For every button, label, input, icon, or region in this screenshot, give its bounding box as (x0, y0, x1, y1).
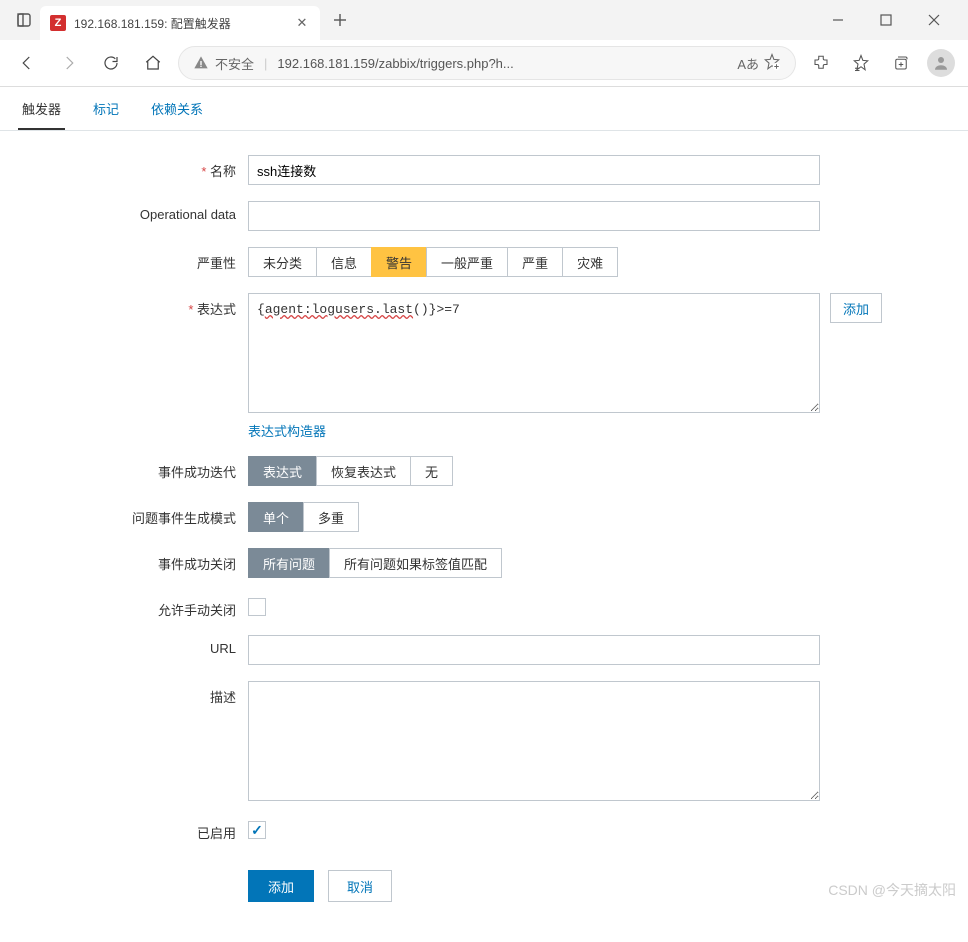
toolbar-icons (804, 46, 958, 80)
label-description: 描述 (28, 681, 248, 706)
label-operational-data: Operational data (28, 201, 248, 222)
name-input[interactable] (248, 155, 820, 185)
favicon-icon: Z (50, 15, 66, 31)
page-content: 触发器 标记 依赖关系 名称 Operational data 严重性 未分类 … (0, 87, 968, 942)
minimize-icon[interactable] (820, 6, 856, 34)
enabled-checkbox[interactable] (248, 821, 266, 839)
tabs-nav: 触发器 标记 依赖关系 (0, 87, 968, 131)
label-name: 名称 (28, 155, 248, 180)
severity-disaster[interactable]: 灾难 (562, 247, 618, 277)
home-icon[interactable] (136, 46, 170, 80)
cancel-button[interactable]: 取消 (328, 870, 392, 902)
label-enabled: 已启用 (28, 817, 248, 842)
url-box[interactable]: 不安全 | 192.168.181.159/zabbix/triggers.ph… (178, 46, 796, 80)
forward-icon[interactable] (52, 46, 86, 80)
maximize-icon[interactable] (868, 6, 904, 34)
ok-event-gen-group: 表达式 恢复表达式 无 (248, 456, 453, 486)
profile-avatar[interactable] (924, 46, 958, 80)
window-controls (820, 6, 960, 34)
tab-tags[interactable]: 标记 (89, 87, 123, 130)
tab-dependencies[interactable]: 依赖关系 (147, 87, 207, 130)
ok-close-all[interactable]: 所有问题 (248, 548, 330, 578)
severity-group: 未分类 信息 警告 一般严重 严重 灾难 (248, 247, 618, 277)
back-icon[interactable] (10, 46, 44, 80)
tab-actions-icon[interactable] (8, 4, 40, 36)
tab-title: 192.168.181.159: 配置触发器 (74, 15, 286, 32)
favorites-icon[interactable] (844, 46, 878, 80)
close-window-icon[interactable] (916, 6, 952, 34)
warning-icon (193, 55, 209, 71)
form-actions: 添加 取消 (28, 870, 940, 902)
collections-icon[interactable] (884, 46, 918, 80)
trigger-form: 名称 Operational data 严重性 未分类 信息 警告 一般严重 严… (0, 131, 968, 942)
insecure-indicator: 不安全 (193, 54, 254, 73)
ok-event-expression[interactable]: 表达式 (248, 456, 317, 486)
problem-mode-multiple[interactable]: 多重 (303, 502, 359, 532)
problem-event-mode-group: 单个 多重 (248, 502, 359, 532)
read-aloud-icon[interactable]: Aあ (737, 54, 759, 73)
favorite-icon[interactable] (763, 53, 781, 74)
severity-high[interactable]: 严重 (507, 247, 563, 277)
refresh-icon[interactable] (94, 46, 128, 80)
severity-warning[interactable]: 警告 (371, 247, 427, 277)
add-expression-button[interactable]: 添加 (830, 293, 882, 323)
severity-not-classified[interactable]: 未分类 (248, 247, 317, 277)
label-severity: 严重性 (28, 247, 248, 272)
severity-average[interactable]: 一般严重 (426, 247, 508, 277)
label-url: URL (28, 635, 248, 656)
ok-close-tag-match[interactable]: 所有问题如果标签值匹配 (329, 548, 502, 578)
browser-chrome: Z 192.168.181.159: 配置触发器 ✕ 不安全 | 192.168… (0, 0, 968, 87)
expression-textarea[interactable]: {agent:logusers.last()}>=7 (248, 293, 820, 413)
label-problem-event-mode: 问题事件生成模式 (28, 502, 248, 527)
operational-data-input[interactable] (248, 201, 820, 231)
ok-event-none[interactable]: 无 (410, 456, 453, 486)
url-input[interactable] (248, 635, 820, 665)
label-expression: 表达式 (28, 293, 248, 318)
extensions-icon[interactable] (804, 46, 838, 80)
new-tab-icon[interactable] (324, 4, 356, 36)
watermark: CSDN @今天摘太阳 (828, 880, 956, 900)
label-ok-event-close: 事件成功关闭 (28, 548, 248, 573)
address-bar: 不安全 | 192.168.181.159/zabbix/triggers.ph… (0, 40, 968, 86)
label-ok-event-gen: 事件成功迭代 (28, 456, 248, 481)
description-textarea[interactable] (248, 681, 820, 801)
severity-information[interactable]: 信息 (316, 247, 372, 277)
insecure-label: 不安全 (215, 54, 254, 73)
close-icon[interactable]: ✕ (294, 15, 310, 31)
tab-bar: Z 192.168.181.159: 配置触发器 ✕ (0, 0, 968, 40)
url-text: 192.168.181.159/zabbix/triggers.php?h... (277, 56, 727, 71)
allow-manual-close-checkbox[interactable] (248, 598, 266, 616)
browser-tab[interactable]: Z 192.168.181.159: 配置触发器 ✕ (40, 6, 320, 40)
tab-trigger[interactable]: 触发器 (18, 87, 65, 130)
expression-builder-link[interactable]: 表达式构造器 (248, 421, 820, 440)
ok-event-recovery[interactable]: 恢复表达式 (316, 456, 411, 486)
add-button[interactable]: 添加 (248, 870, 314, 902)
ok-event-close-group: 所有问题 所有问题如果标签值匹配 (248, 548, 502, 578)
label-allow-manual-close: 允许手动关闭 (28, 594, 248, 619)
problem-mode-single[interactable]: 单个 (248, 502, 304, 532)
